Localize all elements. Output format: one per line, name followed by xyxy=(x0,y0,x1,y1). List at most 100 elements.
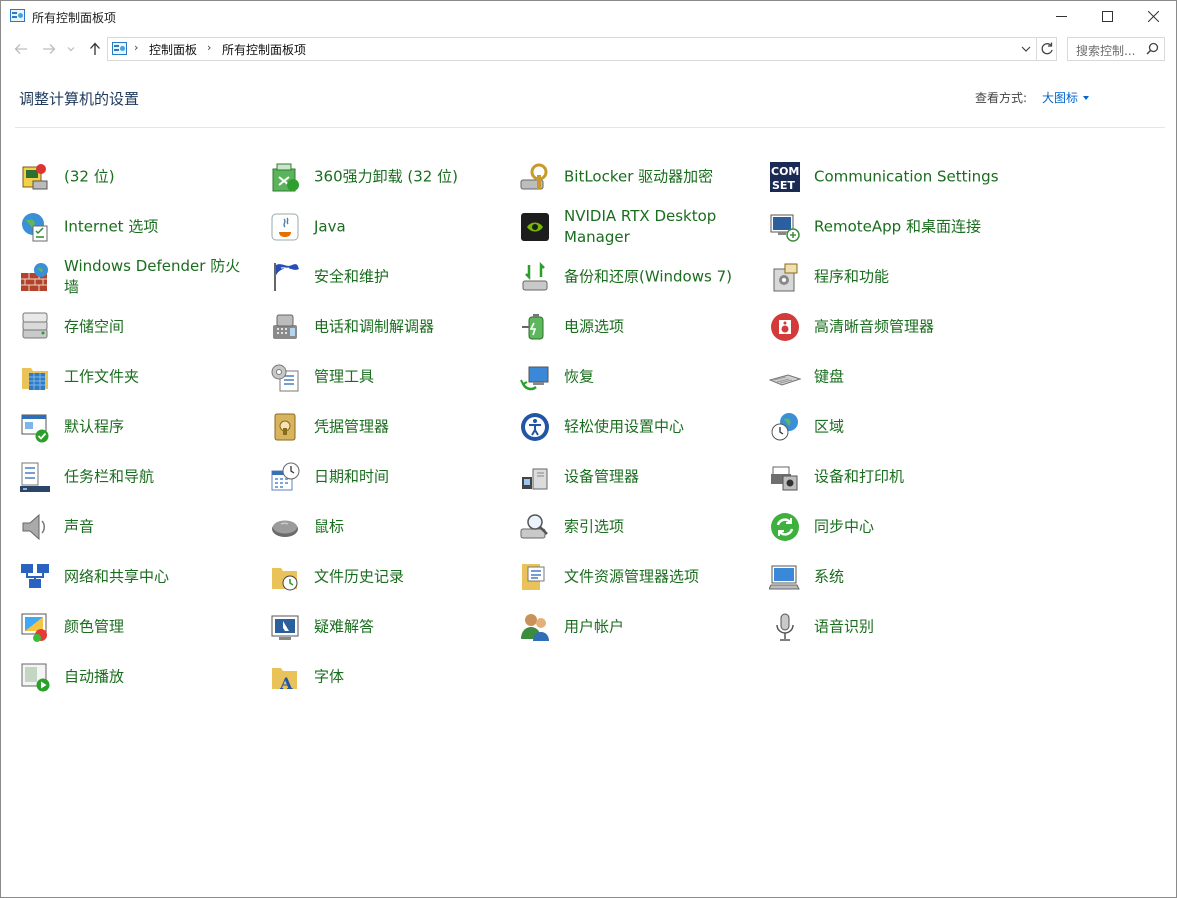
item-label[interactable]: 程序和功能 xyxy=(814,267,889,288)
item-label[interactable]: 颜色管理 xyxy=(64,617,124,638)
control-panel-item[interactable]: A 字体 xyxy=(269,657,509,697)
control-panel-item[interactable]: 疑难解答 xyxy=(269,607,509,647)
breadcrumb-all-items[interactable]: 所有控制面板项 xyxy=(222,41,306,58)
item-label[interactable]: Internet 选项 xyxy=(64,217,158,238)
control-panel-item[interactable]: 工作文件夹 xyxy=(19,357,259,397)
item-label[interactable]: 键盘 xyxy=(814,367,844,388)
control-panel-item[interactable]: RemoteApp 和桌面连接 xyxy=(769,207,1009,247)
control-panel-item[interactable]: 电话和调制解调器 xyxy=(269,307,509,347)
item-label[interactable]: 文件历史记录 xyxy=(314,567,404,588)
item-label[interactable]: 电话和调制解调器 xyxy=(314,317,434,338)
control-panel-item[interactable]: 文件资源管理器选项 xyxy=(519,557,759,597)
item-label[interactable]: 存储空间 xyxy=(64,317,124,338)
item-label[interactable]: 用户帐户 xyxy=(564,617,624,638)
control-panel-item[interactable]: COM SET Communication Settings xyxy=(769,157,1009,197)
item-label[interactable]: 声音 xyxy=(64,517,94,538)
item-label[interactable]: Windows Defender 防火墙 xyxy=(64,256,254,298)
control-panel-item[interactable]: 语音识别 xyxy=(769,607,1009,647)
item-label[interactable]: 疑难解答 xyxy=(314,617,374,638)
back-button[interactable] xyxy=(11,39,31,59)
close-button[interactable] xyxy=(1130,1,1176,32)
item-label[interactable]: 高清晰音频管理器 xyxy=(814,317,934,338)
control-panel-item[interactable]: 区域 xyxy=(769,407,1009,447)
view-by-dropdown[interactable]: 大图标 xyxy=(1042,89,1090,106)
item-label[interactable]: 设备管理器 xyxy=(564,467,639,488)
recent-locations-button[interactable] xyxy=(64,39,78,59)
refresh-icon[interactable] xyxy=(1039,41,1055,57)
up-button[interactable] xyxy=(85,39,105,59)
control-panel-item[interactable]: 声音 xyxy=(19,507,259,547)
control-panel-item[interactable]: BitLocker 驱动器加密 xyxy=(519,157,759,197)
item-label[interactable]: 设备和打印机 xyxy=(814,467,904,488)
control-panel-item[interactable]: Internet 选项 xyxy=(19,207,259,247)
item-label[interactable]: RemoteApp 和桌面连接 xyxy=(814,217,981,238)
control-panel-item[interactable]: 日期和时间 xyxy=(269,457,509,497)
control-panel-item[interactable]: 程序和功能 xyxy=(769,257,1009,297)
search-input[interactable]: 搜索控制... xyxy=(1076,42,1135,59)
control-panel-item[interactable]: 安全和维护 xyxy=(269,257,509,297)
control-panel-item[interactable]: NVIDIA RTX Desktop Manager xyxy=(519,207,759,247)
item-label[interactable]: 语音识别 xyxy=(814,617,874,638)
item-label[interactable]: 管理工具 xyxy=(314,367,374,388)
item-label[interactable]: 电源选项 xyxy=(564,317,624,338)
breadcrumb-separator-icon[interactable]: › xyxy=(207,41,211,54)
control-panel-item[interactable]: 恢复 xyxy=(519,357,759,397)
control-panel-item[interactable]: (32 位) xyxy=(19,157,259,197)
control-panel-item[interactable]: 默认程序 xyxy=(19,407,259,447)
item-label[interactable]: Java xyxy=(314,217,346,238)
item-label[interactable]: 区域 xyxy=(814,417,844,438)
control-panel-item[interactable]: 备份和还原(Windows 7) xyxy=(519,257,759,297)
item-label[interactable]: 同步中心 xyxy=(814,517,874,538)
control-panel-item[interactable]: 索引选项 xyxy=(519,507,759,547)
item-label[interactable]: 安全和维护 xyxy=(314,267,389,288)
item-label[interactable]: 轻松使用设置中心 xyxy=(564,417,684,438)
control-panel-item[interactable]: Windows Defender 防火墙 xyxy=(19,257,259,297)
item-label[interactable]: 默认程序 xyxy=(64,417,124,438)
control-panel-item[interactable]: 颜色管理 xyxy=(19,607,259,647)
control-panel-item[interactable]: 鼠标 xyxy=(269,507,509,547)
item-label[interactable]: 文件资源管理器选项 xyxy=(564,567,699,588)
control-panel-item[interactable]: 设备和打印机 xyxy=(769,457,1009,497)
item-label[interactable]: 索引选项 xyxy=(564,517,624,538)
control-panel-item[interactable]: 网络和共享中心 xyxy=(19,557,259,597)
control-panel-item[interactable]: 设备管理器 xyxy=(519,457,759,497)
address-history-chevron-icon[interactable] xyxy=(1020,42,1032,56)
control-panel-item[interactable]: 同步中心 xyxy=(769,507,1009,547)
control-panel-item[interactable]: 文件历史记录 xyxy=(269,557,509,597)
control-panel-item[interactable]: 存储空间 xyxy=(19,307,259,347)
control-panel-item[interactable]: 自动播放 xyxy=(19,657,259,697)
control-panel-item[interactable]: 360强力卸载 (32 位) xyxy=(269,157,509,197)
control-panel-item[interactable]: Java xyxy=(269,207,509,247)
item-label[interactable]: 字体 xyxy=(314,667,344,688)
item-label[interactable]: 日期和时间 xyxy=(314,467,389,488)
control-panel-item[interactable]: 凭据管理器 xyxy=(269,407,509,447)
item-label[interactable]: 自动播放 xyxy=(64,667,124,688)
search-box[interactable]: 搜索控制... xyxy=(1067,37,1165,61)
item-label[interactable]: (32 位) xyxy=(64,167,115,188)
item-label[interactable]: 凭据管理器 xyxy=(314,417,389,438)
item-label[interactable]: 备份和还原(Windows 7) xyxy=(564,267,732,288)
view-by-value[interactable]: 大图标 xyxy=(1042,89,1078,106)
control-panel-item[interactable]: 用户帐户 xyxy=(519,607,759,647)
item-label[interactable]: 鼠标 xyxy=(314,517,344,538)
control-panel-item[interactable]: 管理工具 xyxy=(269,357,509,397)
item-label[interactable]: Communication Settings xyxy=(814,167,999,188)
item-label[interactable]: BitLocker 驱动器加密 xyxy=(564,167,713,188)
item-label[interactable]: 网络和共享中心 xyxy=(64,567,169,588)
item-label[interactable]: 恢复 xyxy=(564,367,594,388)
address-bar[interactable]: › 控制面板 › 所有控制面板项 xyxy=(107,37,1057,61)
item-label[interactable]: 360强力卸载 (32 位) xyxy=(314,167,458,188)
maximize-button[interactable] xyxy=(1084,1,1130,32)
item-label[interactable]: 系统 xyxy=(814,567,844,588)
control-panel-item[interactable]: 轻松使用设置中心 xyxy=(519,407,759,447)
item-label[interactable]: 任务栏和导航 xyxy=(64,467,154,488)
breadcrumb-separator-icon[interactable]: › xyxy=(134,41,138,54)
control-panel-item[interactable]: 电源选项 xyxy=(519,307,759,347)
control-panel-item[interactable]: 任务栏和导航 xyxy=(19,457,259,497)
control-panel-item[interactable]: 键盘 xyxy=(769,357,1009,397)
control-panel-item[interactable]: 高清晰音频管理器 xyxy=(769,307,1009,347)
control-panel-item[interactable]: 系统 xyxy=(769,557,1009,597)
breadcrumb-control-panel[interactable]: 控制面板 xyxy=(149,41,197,58)
minimize-button[interactable] xyxy=(1038,1,1084,32)
item-label[interactable]: 工作文件夹 xyxy=(64,367,139,388)
